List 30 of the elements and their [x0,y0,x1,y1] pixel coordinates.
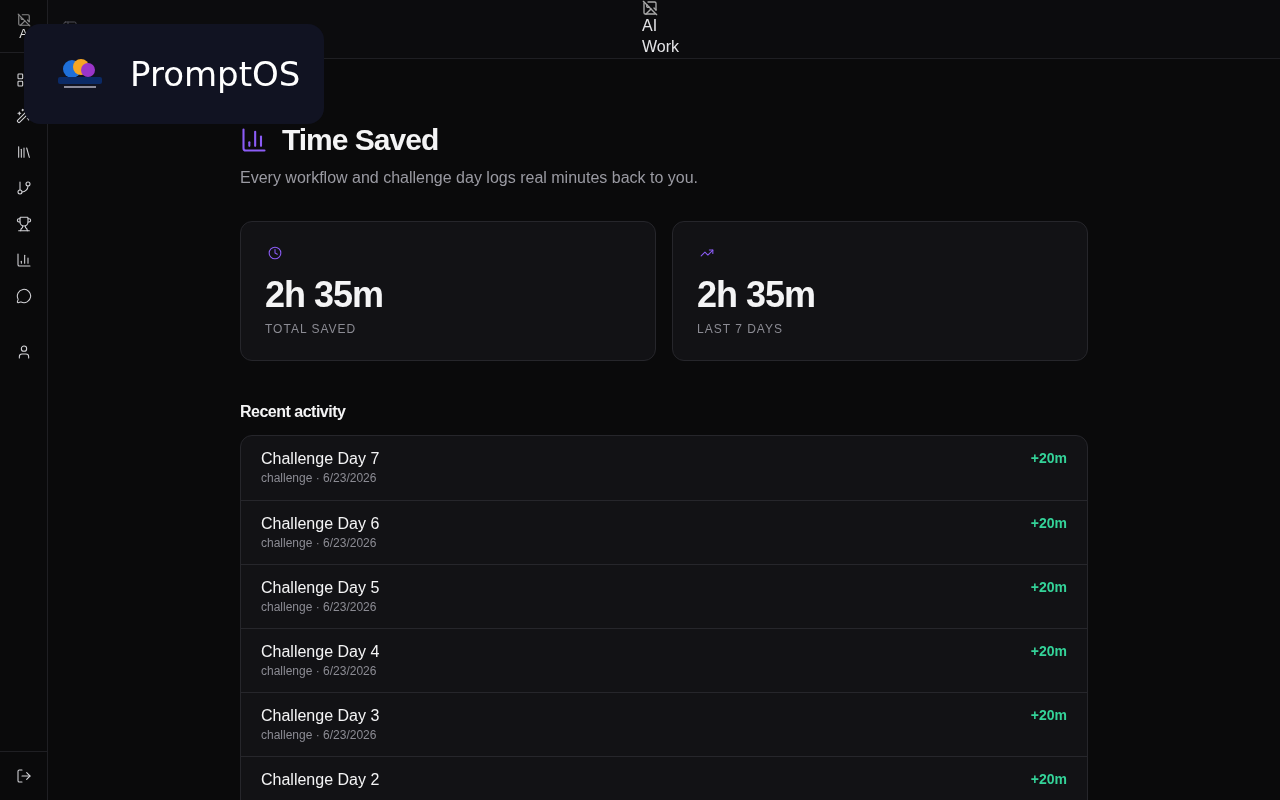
activity-meta: challenge · 6/23/2026 [261,727,378,742]
activity-title: Challenge Day 2 [261,770,380,789]
minutes-saved: +20m [1030,514,1067,531]
activity-title: Challenge Day 5 [261,578,380,597]
activity-title: Challenge Day 6 [261,514,380,533]
brand-name: PromptOS [130,54,301,94]
broken-image-icon [16,12,31,27]
minutes-saved: +20m [1030,578,1067,595]
minutes-saved: +20m [1030,706,1067,723]
minutes-saved: +20m [1030,770,1067,787]
bar-chart-icon [240,125,268,154]
activity-meta: challenge · 6/23/2026 [261,663,378,678]
stat-label: TOTAL SAVED [265,321,358,336]
stat-label: LAST 7 DAYS [697,321,784,336]
minutes-saved: +20m [1030,642,1067,659]
broken-image-icon [642,0,658,16]
activity-meta: challenge · 6/23/2026 [261,470,378,485]
activity-meta: challenge · 6/23/2026 [261,535,378,550]
activity-title: Challenge Day 7 [261,449,380,468]
logo-alt-text: AI Work [642,16,681,57]
logo-drawing [56,57,104,91]
stat-value: 2h 35m [697,273,817,316]
page-title: Time Saved [282,122,439,157]
stat-value: 2h 35m [265,273,385,316]
activity-title: Challenge Day 4 [261,642,380,661]
section-title: Recent activity [240,402,347,421]
activity-meta: challenge · 6/23/2026 [261,599,378,614]
page-subtitle: Every workflow and challenge day logs real minutes back to you. [240,168,699,187]
minutes-saved: +20m [1030,449,1067,466]
activity-title: Challenge Day 3 [261,706,380,725]
